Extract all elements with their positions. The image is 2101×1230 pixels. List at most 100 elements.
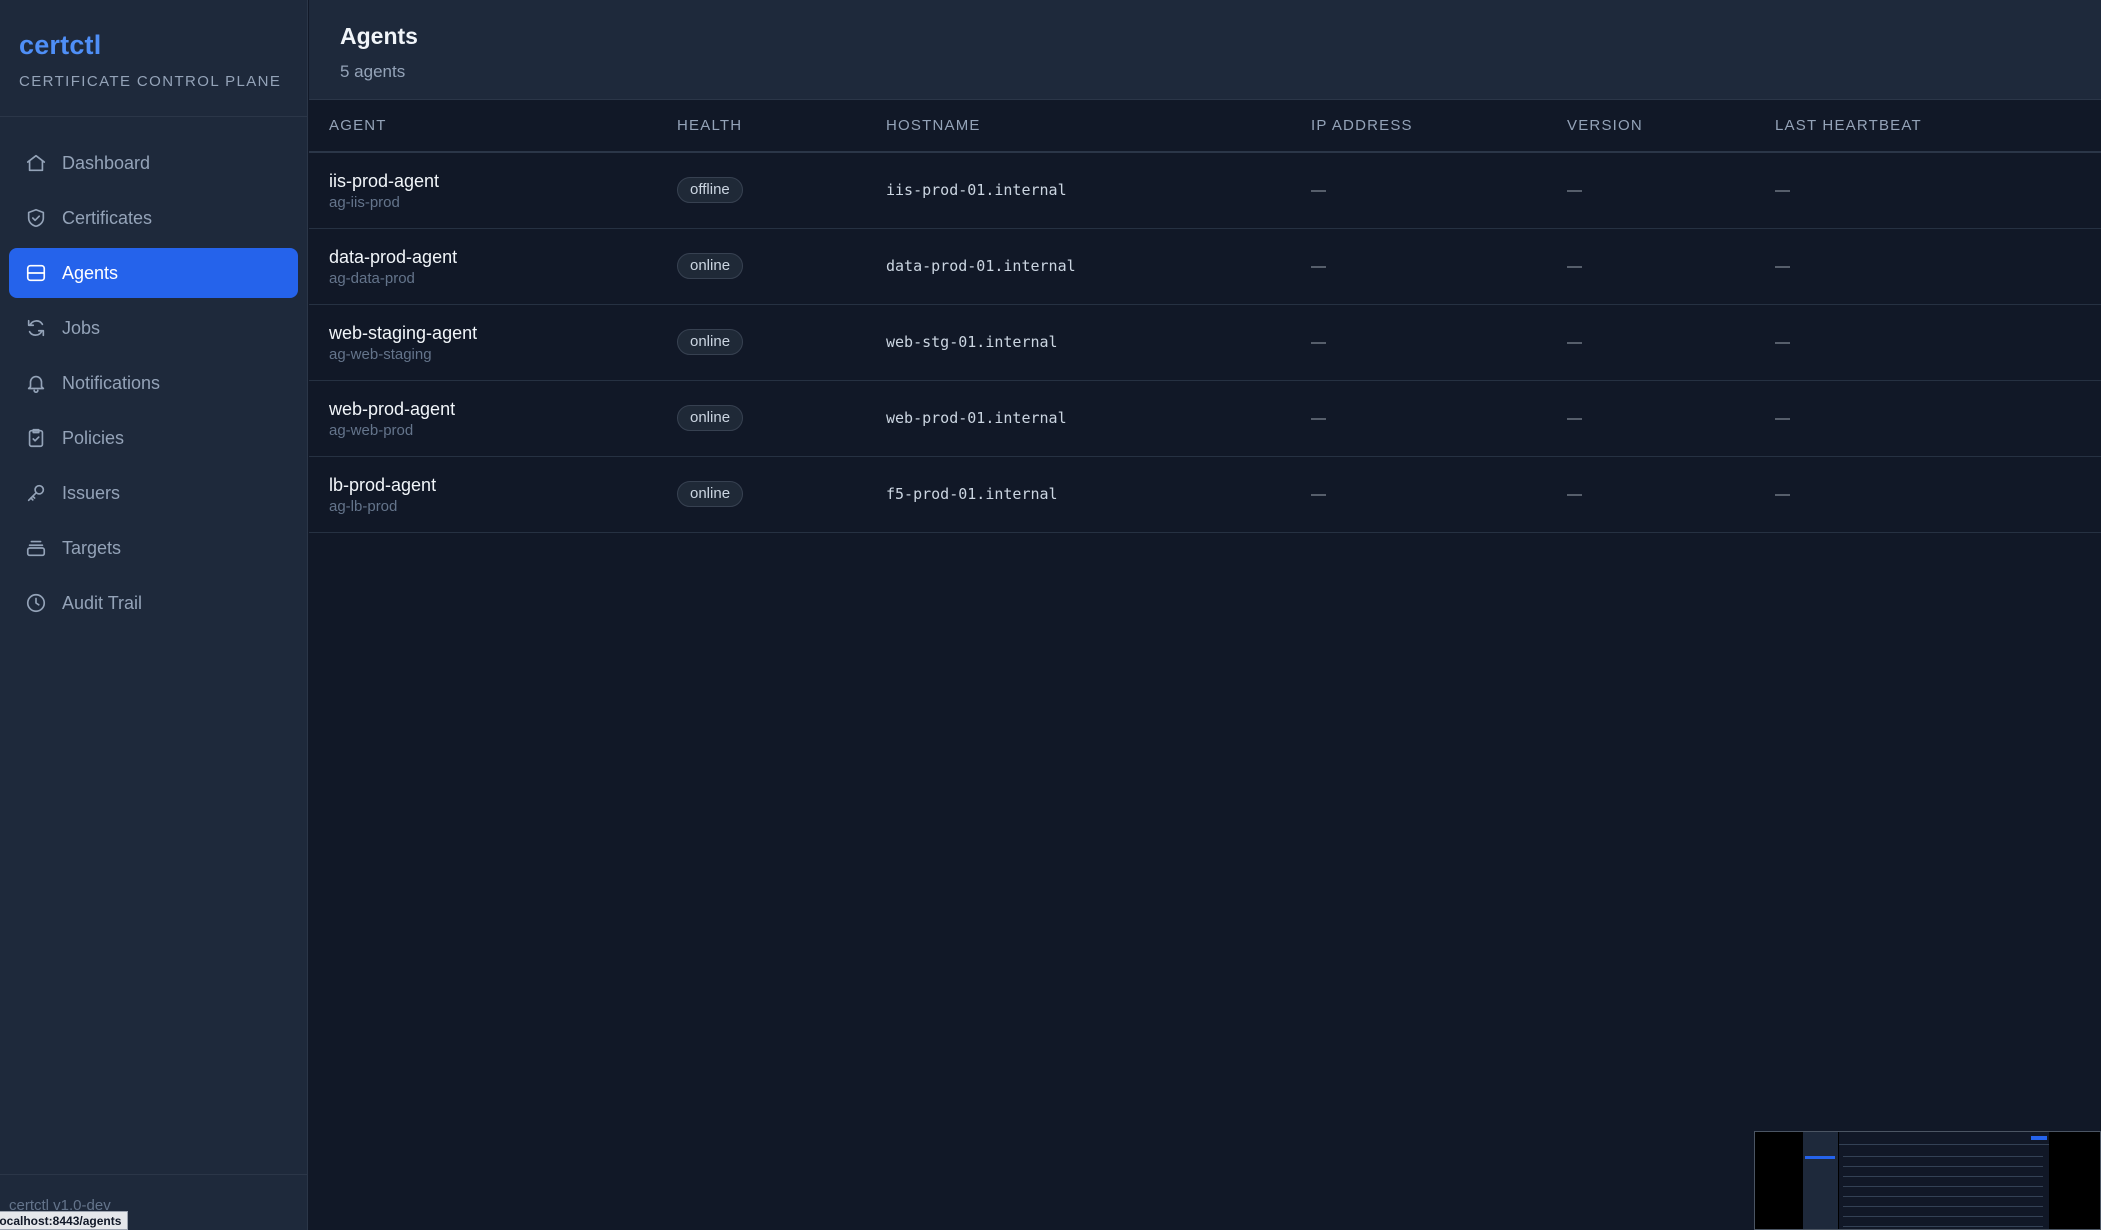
last-heartbeat-cell: —	[1775, 409, 1790, 427]
sidebar-item-agents[interactable]: Agents	[9, 248, 298, 298]
agent-id: ag-web-prod	[329, 421, 414, 439]
hostname-cell: web-stg-01.internal	[886, 333, 1058, 351]
hostname-cell: web-prod-01.internal	[886, 409, 1067, 427]
agent-cell: iis-prod-agent ag-iis-prod	[309, 152, 677, 228]
column-header-hostname[interactable]: HOSTNAME	[886, 100, 1311, 152]
column-header-version[interactable]: VERSION	[1567, 100, 1775, 152]
sidebar-item-audit-trail[interactable]: Audit Trail	[9, 578, 298, 628]
thumbnail-button	[2031, 1136, 2047, 1140]
clipboard-check-icon	[25, 427, 47, 449]
shield-check-icon	[25, 207, 47, 229]
version-cell: —	[1567, 485, 1582, 503]
agent-name[interactable]: web-prod-agent	[329, 398, 677, 420]
agent-id: ag-lb-prod	[329, 497, 398, 515]
column-header-agent[interactable]: AGENT	[309, 100, 677, 152]
agent-cell: web-staging-agent ag-web-staging	[309, 304, 677, 380]
sidebar-item-label: Jobs	[62, 317, 101, 338]
server-icon	[25, 262, 47, 284]
sidebar-item-label: Issuers	[62, 482, 121, 503]
thumbnail-divider	[1843, 1196, 2043, 1197]
last-heartbeat-cell: —	[1775, 485, 1790, 503]
sidebar-item-dashboard[interactable]: Dashboard	[9, 138, 298, 188]
table-header-row: AGENT HEALTH HOSTNAME IP ADDRESS VERSION…	[309, 100, 2101, 152]
agent-name[interactable]: web-staging-agent	[329, 322, 677, 344]
screen-preview-thumbnail	[1754, 1131, 2101, 1230]
sidebar-item-label: Dashboard	[62, 152, 151, 173]
home-icon	[25, 152, 47, 174]
thumbnail-divider	[1843, 1176, 2043, 1177]
hostname-cell: f5-prod-01.internal	[886, 485, 1058, 503]
page-title: Agents	[340, 23, 418, 49]
main-content: Agents 5 agents AGENT HEALTH HOSTNAME IP…	[309, 0, 2101, 1230]
thumbnail-divider	[1843, 1186, 2043, 1187]
column-header-health[interactable]: HEALTH	[677, 100, 886, 152]
agent-name[interactable]: data-prod-agent	[329, 246, 677, 268]
column-header-ip-address[interactable]: IP ADDRESS	[1311, 100, 1567, 152]
version-cell: —	[1567, 409, 1582, 427]
sidebar-item-label: Notifications	[62, 372, 161, 393]
sidebar-nav: Dashboard Certificates Agents Jobs Notif…	[0, 117, 307, 628]
sidebar-item-label: Certificates	[62, 207, 153, 228]
page-header: Agents 5 agents	[309, 0, 2101, 100]
agent-id: ag-web-staging	[329, 345, 432, 363]
bell-icon	[25, 372, 47, 394]
agents-table: AGENT HEALTH HOSTNAME IP ADDRESS VERSION…	[309, 100, 2101, 533]
health-badge: online	[677, 481, 744, 507]
health-badge: offline	[677, 177, 743, 204]
ip-address-cell: —	[1311, 181, 1326, 199]
sidebar-item-policies[interactable]: Policies	[9, 413, 298, 463]
agent-cell: web-prod-agent ag-web-prod	[309, 380, 677, 456]
table-row[interactable]: web-prod-agent ag-web-prod online web-pr…	[309, 380, 2101, 456]
hostname-cell: iis-prod-01.internal	[886, 181, 1067, 200]
agent-id: ag-iis-prod	[329, 193, 400, 211]
version-cell: —	[1567, 257, 1582, 275]
agent-name[interactable]: iis-prod-agent	[329, 170, 677, 192]
refresh-icon	[25, 317, 47, 339]
key-icon	[25, 482, 47, 504]
thumbnail-active-item	[1805, 1156, 1835, 1159]
sidebar-item-notifications[interactable]: Notifications	[9, 358, 298, 408]
sidebar-item-targets[interactable]: Targets	[9, 523, 298, 573]
table-row[interactable]: web-staging-agent ag-web-staging online …	[309, 304, 2101, 380]
thumbnail-sidebar	[1803, 1132, 1838, 1229]
table-body: iis-prod-agent ag-iis-prod offline iis-p…	[309, 152, 2101, 532]
agent-id: ag-data-prod	[329, 269, 415, 287]
table-row[interactable]: iis-prod-agent ag-iis-prod offline iis-p…	[309, 152, 2101, 228]
stack-icon	[25, 537, 47, 559]
sidebar-item-label: Audit Trail	[62, 592, 143, 613]
agent-cell: lb-prod-agent ag-lb-prod	[309, 456, 677, 532]
sidebar: certctl CERTIFICATE CONTROL PLANE Dashbo…	[0, 0, 308, 1230]
health-badge: online	[677, 253, 744, 279]
link-status-tooltip: localhost:8443/agents	[0, 1211, 129, 1230]
brand-tagline: CERTIFICATE CONTROL PLANE	[19, 73, 282, 90]
thumbnail-divider	[1843, 1206, 2043, 1207]
health-cell: online	[677, 228, 886, 304]
ip-address-cell: —	[1311, 485, 1326, 503]
sidebar-item-label: Targets	[62, 537, 122, 558]
thumbnail-divider	[1843, 1216, 2043, 1217]
hostname-cell: data-prod-01.internal	[886, 257, 1076, 275]
health-badge: online	[677, 405, 744, 431]
column-header-last-heartbeat[interactable]: LAST HEARTBEAT	[1775, 100, 2101, 152]
ip-address-cell: —	[1311, 409, 1326, 427]
last-heartbeat-cell: —	[1775, 257, 1790, 275]
thumbnail-divider	[1843, 1166, 2043, 1167]
brand-block: certctl CERTIFICATE CONTROL PLANE	[0, 0, 307, 117]
table-row[interactable]: data-prod-agent ag-data-prod online data…	[309, 228, 2101, 304]
last-heartbeat-cell: —	[1775, 181, 1790, 199]
table-header: AGENT HEALTH HOSTNAME IP ADDRESS VERSION…	[309, 100, 2101, 152]
agent-count: 5 agents	[340, 62, 406, 81]
version-cell: —	[1567, 181, 1582, 199]
table-row[interactable]: lb-prod-agent ag-lb-prod online f5-prod-…	[309, 456, 2101, 532]
health-cell: offline	[677, 152, 886, 228]
sidebar-item-label: Policies	[62, 427, 125, 448]
sidebar-item-jobs[interactable]: Jobs	[9, 303, 298, 353]
sidebar-item-certificates[interactable]: Certificates	[9, 193, 298, 243]
sidebar-item-issuers[interactable]: Issuers	[9, 468, 298, 518]
thumbnail-divider	[1839, 1144, 2049, 1145]
thumbnail-divider	[1843, 1226, 2043, 1227]
ip-address-cell: —	[1311, 333, 1326, 351]
agent-name[interactable]: lb-prod-agent	[329, 474, 677, 496]
brand-logo-text[interactable]: certctl	[19, 30, 288, 61]
health-cell: online	[677, 380, 886, 456]
